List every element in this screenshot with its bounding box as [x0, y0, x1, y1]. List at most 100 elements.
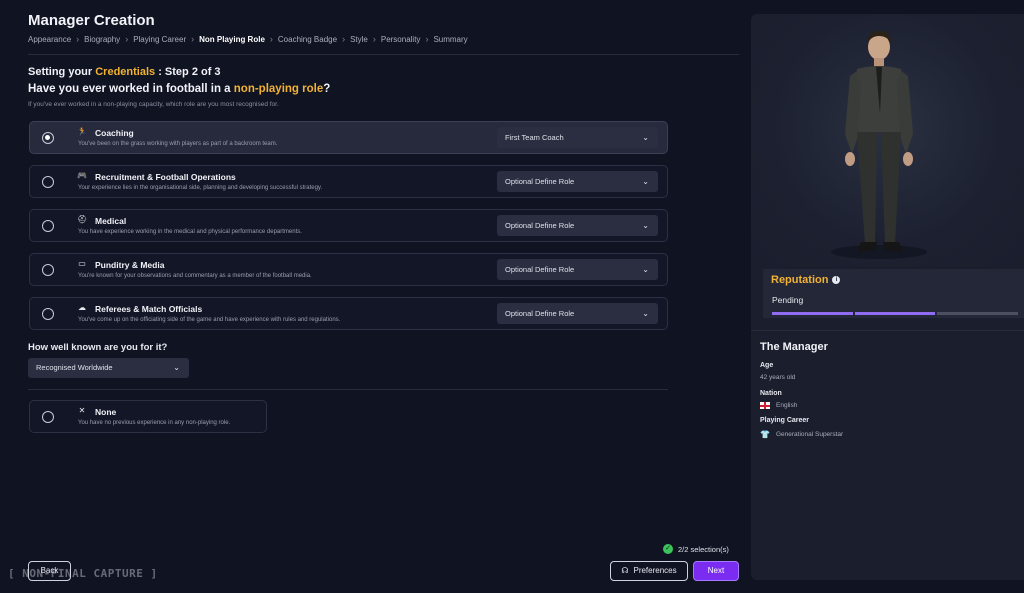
role-dropdown-value: Optional Define Role: [505, 177, 575, 186]
role-dropdown-value: First Team Coach: [505, 133, 564, 142]
chevron-right-icon: ›: [125, 34, 129, 44]
check-circle-icon: ✓: [663, 544, 673, 554]
shirt-icon: 👕: [760, 430, 770, 439]
close-icon: ✕: [78, 406, 86, 415]
career-label: Playing Career: [760, 417, 810, 424]
nation-label: Nation: [760, 390, 782, 397]
selection-count: ✓ 2/2 selection(s): [663, 544, 729, 554]
option-punditry[interactable]: ▭ Punditry & Media You're known for your…: [29, 253, 668, 286]
option-title: None: [95, 407, 117, 417]
role-dropdown-value: Optional Define Role: [505, 221, 575, 230]
known-dropdown[interactable]: Recognised Worldwide ⌄: [28, 358, 189, 378]
tv-icon: ▭: [78, 259, 86, 268]
option-description: You've come up on the officiating side o…: [78, 317, 341, 323]
option-description: You have experience working in the medic…: [78, 229, 302, 235]
reputation-title: Reputation i: [771, 274, 841, 286]
medical-icon: ⛑: [77, 215, 88, 224]
reputation-status: Pending: [772, 295, 804, 305]
whistle-icon: ☁: [78, 303, 86, 312]
radio-button[interactable]: [42, 176, 54, 188]
radio-button[interactable]: [42, 132, 54, 144]
character-preview: [751, 14, 1024, 266]
option-medical[interactable]: ⛑ Medical You have experience working in…: [29, 209, 668, 242]
breadcrumb-item[interactable]: Biography: [84, 35, 120, 44]
recruitment-icon: 🎮: [77, 171, 87, 180]
chevron-down-icon: ⌄: [642, 177, 649, 186]
manager-avatar-figure: [831, 30, 927, 259]
option-title: Punditry & Media: [95, 260, 165, 270]
step-prefix: Setting your: [28, 66, 96, 78]
role-dropdown-value: Optional Define Role: [505, 309, 575, 318]
header-divider: [28, 54, 739, 55]
coaching-icon: 🏃: [77, 127, 87, 136]
breadcrumb-item[interactable]: Style: [350, 35, 368, 44]
reputation-card: Reputation i Pending: [763, 269, 1024, 318]
headset-icon: ☊: [621, 566, 629, 575]
preferences-label: Preferences: [633, 566, 677, 575]
role-dropdown[interactable]: Optional Define Role ⌄: [497, 215, 658, 236]
radio-button[interactable]: [42, 264, 54, 276]
chevron-down-icon: ⌄: [642, 133, 649, 142]
manager-title: The Manager: [760, 341, 828, 353]
option-coaching[interactable]: 🏃 Coaching You've been on the grass work…: [29, 121, 668, 154]
option-none[interactable]: ✕ None You have no previous experience i…: [29, 400, 267, 433]
england-flag-icon: [760, 402, 770, 409]
option-title: Medical: [95, 216, 127, 226]
panel-divider: [751, 330, 1024, 331]
chevron-right-icon: ›: [76, 34, 80, 44]
role-dropdown[interactable]: Optional Define Role ⌄: [497, 259, 658, 280]
option-description: You've been on the grass working with pl…: [78, 141, 278, 147]
reputation-segment: [772, 312, 853, 315]
breadcrumb: Appearance › Biography › Playing Career › Non …: [28, 34, 468, 44]
role-dropdown[interactable]: First Team Coach ⌄: [497, 127, 658, 148]
question-hint: If you've ever worked in a non-playing c…: [28, 101, 279, 108]
reputation-segment: [937, 312, 1019, 315]
question-prefix: Have you ever worked in football in a: [28, 83, 234, 95]
chevron-down-icon: ⌄: [173, 363, 180, 372]
step-highlight: Credentials: [95, 66, 156, 78]
breadcrumb-item[interactable]: Non Playing Role: [199, 35, 265, 44]
option-description: You're known for your observations and c…: [78, 273, 312, 279]
radio-button[interactable]: [42, 220, 54, 232]
radio-button[interactable]: [42, 308, 54, 320]
preferences-button[interactable]: ☊ Preferences: [610, 561, 688, 581]
chevron-down-icon: ⌄: [642, 309, 649, 318]
question-heading: Have you ever worked in football in a no…: [28, 83, 330, 95]
question-highlight: non-playing role: [233, 83, 324, 95]
question-suffix: ?: [323, 83, 331, 95]
known-label: How well known are you for it?: [28, 342, 168, 353]
breadcrumb-item[interactable]: Appearance: [28, 35, 71, 44]
option-recruitment[interactable]: 🎮 Recruitment & Football Operations Your…: [29, 165, 668, 198]
nation-value-text: English: [776, 402, 798, 409]
radio-button[interactable]: [42, 411, 54, 423]
non-final-capture-watermark: [ NON-FINAL CAPTURE ]: [8, 567, 158, 580]
career-value-text: Generational Superstar: [775, 431, 844, 438]
step-suffix: : Step 2 of 3: [155, 66, 221, 78]
reputation-title-text: Reputation: [771, 274, 829, 286]
info-icon[interactable]: i: [832, 276, 841, 284]
option-description: Your experience lies in the organisation…: [78, 185, 323, 191]
breadcrumb-item[interactable]: Coaching Badge: [278, 35, 337, 44]
reputation-progress: [772, 312, 1019, 315]
next-button[interactable]: Next: [693, 561, 739, 581]
breadcrumb-item[interactable]: Playing Career: [133, 35, 186, 44]
reputation-segment: [854, 312, 936, 315]
career-value: 👕 Generational Superstar: [760, 430, 843, 439]
option-title: Coaching: [95, 128, 134, 138]
known-dropdown-value: Recognised Worldwide: [36, 363, 113, 372]
chevron-right-icon: ›: [425, 34, 429, 44]
chevron-down-icon: ⌄: [642, 221, 649, 230]
step-heading: Setting your Credentials : Step 2 of 3: [28, 66, 221, 78]
age-value: 42 years old: [760, 374, 796, 381]
role-dropdown[interactable]: Optional Define Role ⌄: [497, 303, 658, 324]
options-divider: [28, 389, 668, 390]
chevron-down-icon: ⌄: [642, 265, 649, 274]
option-referees[interactable]: ☁ Referees & Match Officials You've come…: [29, 297, 668, 330]
breadcrumb-item[interactable]: Personality: [381, 35, 421, 44]
nation-value: English: [760, 402, 797, 409]
role-dropdown-value: Optional Define Role: [505, 265, 575, 274]
breadcrumb-item[interactable]: Summary: [433, 35, 467, 44]
selection-count-text: 2/2 selection(s): [678, 544, 729, 554]
age-label: Age: [760, 362, 774, 369]
role-dropdown[interactable]: Optional Define Role ⌄: [497, 171, 658, 192]
